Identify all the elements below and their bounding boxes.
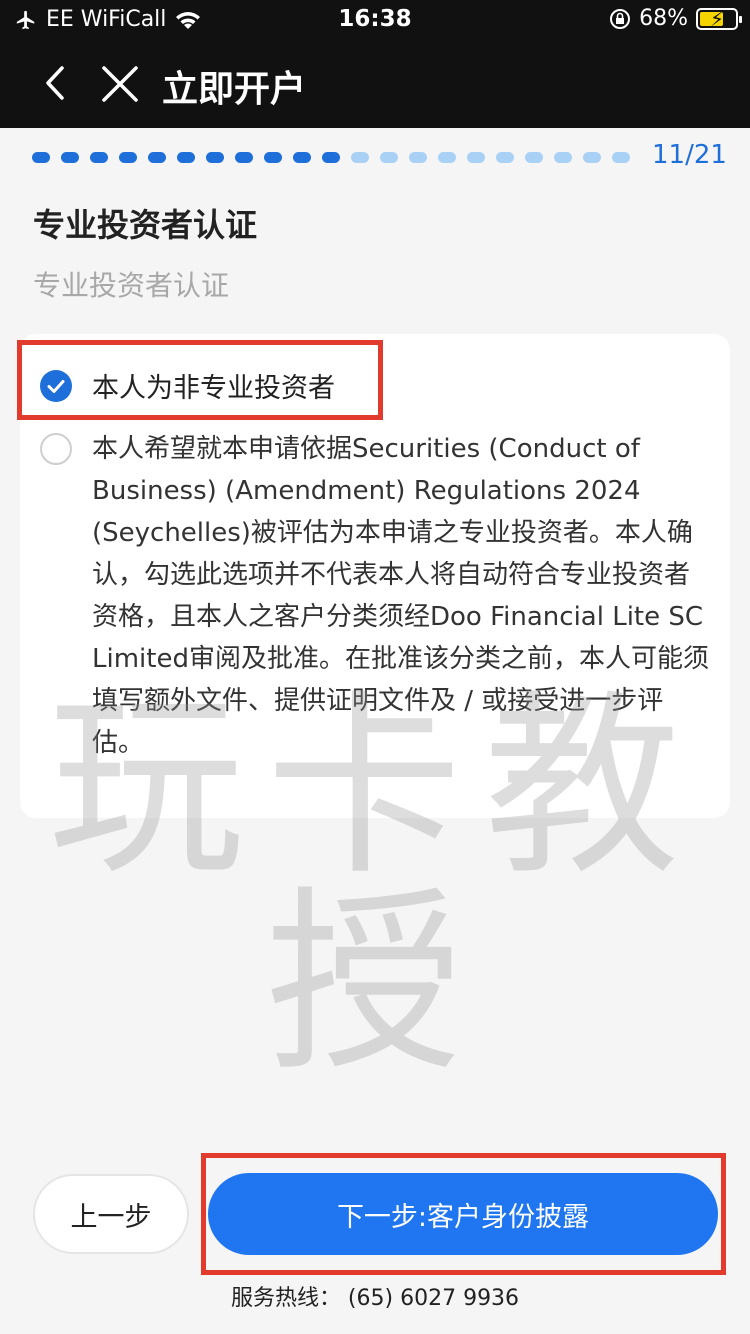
step-progress	[30, 150, 630, 166]
progress-dot-pending	[467, 152, 485, 163]
progress-dot-completed	[90, 152, 108, 163]
back-button[interactable]	[34, 58, 78, 108]
progress-dot-completed	[177, 152, 195, 163]
progress-dot-pending	[496, 152, 514, 163]
progress-dot-completed	[322, 152, 340, 163]
orientation-lock-icon	[610, 8, 631, 29]
close-icon	[102, 66, 138, 102]
progress-dot-pending	[583, 152, 601, 163]
page-title: 立即开户	[162, 69, 307, 110]
chevron-left-icon	[46, 66, 64, 100]
battery-percent: 68%	[639, 6, 688, 31]
progress-dot-pending	[554, 152, 572, 163]
step-counter: 11/21	[652, 140, 727, 170]
nav-bar: 立即开户	[0, 40, 750, 128]
progress-dots	[32, 152, 630, 163]
option-label-professional[interactable]: 本人希望就本申请依据Securities (Conduct of Busines…	[92, 428, 712, 764]
progress-dot-completed	[293, 152, 311, 163]
status-bar: EE WiFiCall 16:38 68% ⚡	[0, 0, 750, 40]
service-hotline: 服务热线： (65) 6027 9936	[230, 1286, 520, 1311]
previous-step-button[interactable]: 上一步	[33, 1174, 189, 1254]
progress-dot-pending	[525, 152, 543, 163]
progress-dot-completed	[148, 152, 166, 163]
section-subtitle: 专业投资者认证	[33, 269, 230, 302]
progress-dot-pending	[351, 152, 369, 163]
progress-dot-completed	[206, 152, 224, 163]
progress-dot-completed	[235, 152, 253, 163]
battery-icon: ⚡	[696, 6, 742, 31]
progress-dot-pending	[438, 152, 456, 163]
option-radio-professional[interactable]	[40, 433, 72, 465]
progress-dot-completed	[264, 152, 282, 163]
progress-dot-completed	[32, 152, 50, 163]
section-title: 专业投资者认证	[33, 206, 258, 244]
close-button[interactable]	[98, 58, 142, 108]
progress-dot-completed	[61, 152, 79, 163]
progress-dot-completed	[119, 152, 137, 163]
progress-dot-pending	[612, 152, 630, 163]
progress-dot-pending	[380, 152, 398, 163]
status-right: 68% ⚡	[609, 6, 742, 31]
progress-dot-pending	[409, 152, 427, 163]
highlight-box-next	[201, 1153, 726, 1275]
highlight-box-option	[17, 340, 383, 420]
charging-icon: ⚡	[710, 6, 725, 31]
